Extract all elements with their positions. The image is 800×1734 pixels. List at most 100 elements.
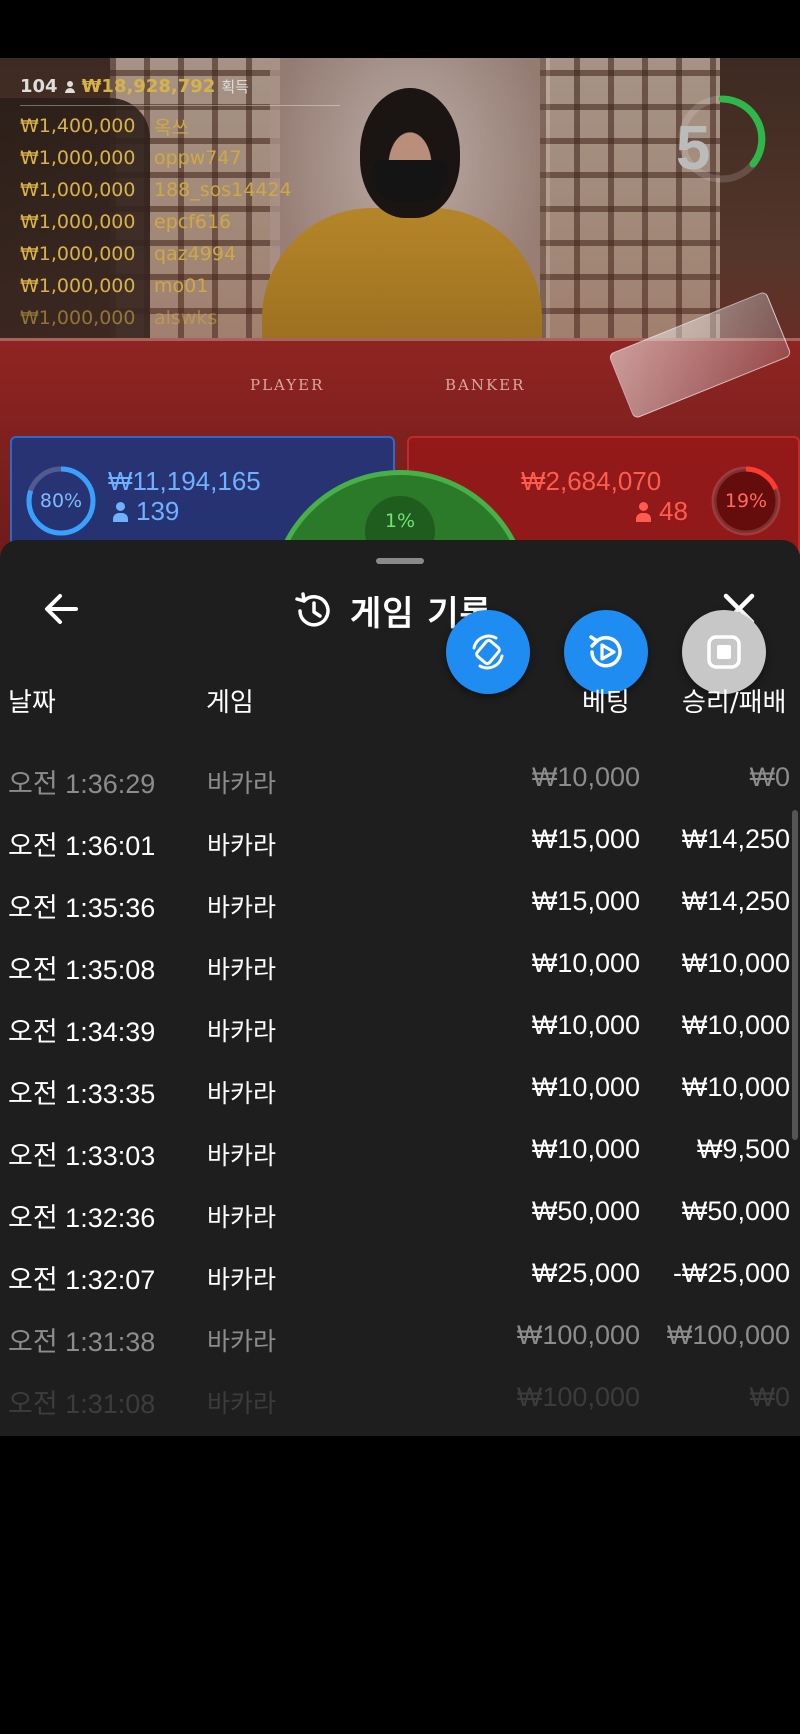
winner-amount: ₩1,400,000 <box>20 115 136 137</box>
history-result: -₩25,000 <box>672 1258 790 1288</box>
winner-row: ₩1,400,000 옥쓰 <box>20 110 340 142</box>
history-bet: ₩15,000 <box>531 886 640 916</box>
banker-bet-amount: ₩2,684,070 <box>521 466 662 496</box>
history-row[interactable]: 오전 1:31:08 바카라 ₩100,000 ₩0 <box>0 1368 800 1430</box>
felt-player-label: PLAYER <box>250 376 325 394</box>
history-row[interactable]: 오전 1:31:38 바카라 ₩100,000 ₩100,000 <box>0 1306 800 1368</box>
replay-icon <box>589 635 622 668</box>
winner-row: ₩1,000,000 alswks <box>20 302 340 334</box>
history-game: 바카라 <box>207 831 277 860</box>
history-result: ₩10,000 <box>681 1072 790 1102</box>
rotate-screen-button[interactable] <box>446 610 530 694</box>
history-bet: ₩100,000 <box>516 1382 640 1412</box>
history-time: 오전 1:32:07 <box>8 1265 156 1295</box>
rotate-screen-icon <box>472 634 504 670</box>
winners-suffix: 획득 <box>221 78 249 96</box>
column-header-result: 승리/패배 <box>682 688 787 718</box>
history-icon <box>295 591 330 627</box>
winner-amount: ₩1,000,000 <box>20 179 136 201</box>
winner-user: mo01 <box>154 275 209 297</box>
winner-amount: ₩1,000,000 <box>20 275 136 297</box>
felt-banker-label: BANKER <box>445 376 526 394</box>
winners-list: 104 ₩18,928,792 획득 ₩1,400,000 옥쓰 ₩1,000,0… <box>20 76 340 334</box>
banker-bettors: 48 <box>635 496 688 527</box>
history-result: ₩14,250 <box>681 824 790 854</box>
winner-amount: ₩1,000,000 <box>20 307 136 329</box>
history-result: ₩9,500 <box>696 1134 790 1164</box>
history-row[interactable]: 오전 1:33:35 바카라 ₩10,000 ₩10,000 <box>0 1058 800 1120</box>
history-time: 오전 1:34:39 <box>8 1017 156 1047</box>
history-bet: ₩10,000 <box>531 1010 640 1040</box>
winner-row: ₩1,000,000 oppw747 <box>20 142 340 174</box>
history-bet: ₩25,000 <box>531 1258 640 1288</box>
history-bet: ₩10,000 <box>531 948 640 978</box>
history-bet: ₩10,000 <box>531 1134 640 1164</box>
winner-user: epcf616 <box>154 211 232 233</box>
history-bet: ₩10,000 <box>531 1072 640 1102</box>
player-bettors: 139 <box>112 496 179 527</box>
countdown-number: 5 <box>676 114 711 183</box>
winner-user: alswks <box>154 307 218 329</box>
winner-user: qaz4994 <box>154 243 237 265</box>
history-row[interactable]: 오전 1:34:39 바카라 ₩10,000 ₩10,000 <box>0 996 800 1058</box>
history-row[interactable]: 오전 1:35:08 바카라 ₩10,000 ₩10,000 <box>0 934 800 996</box>
history-result: ₩14,250 <box>681 886 790 916</box>
history-game: 바카라 <box>207 1389 277 1418</box>
game-history-sheet: 게임 기록 날짜 게임 베팅 승리/패배 오전 1:36:29 바카라 ₩10,00… <box>0 540 800 1436</box>
winner-user: 옥쓰 <box>154 116 189 139</box>
history-game: 바카라 <box>207 1203 277 1232</box>
banker-percent: 19% <box>724 490 768 512</box>
winner-row: ₩1,000,000 mo01 <box>20 270 340 302</box>
winner-amount: ₩1,000,000 <box>20 211 136 233</box>
history-game: 바카라 <box>207 1327 277 1356</box>
history-game: 바카라 <box>207 1265 277 1294</box>
history-result: ₩100,000 <box>666 1320 790 1350</box>
history-row[interactable]: 오전 1:36:29 바카라 ₩10,000 ₩0 <box>0 748 800 810</box>
history-result: ₩0 <box>749 1382 791 1412</box>
winner-amount: ₩1,000,000 <box>20 243 136 265</box>
history-time: 오전 1:35:36 <box>8 893 156 923</box>
history-bet: ₩10,000 <box>531 762 640 792</box>
history-game: 바카라 <box>207 1141 277 1170</box>
column-header-game: 게임 <box>206 688 254 718</box>
scrollbar[interactable] <box>792 810 798 1140</box>
back-arrow-icon[interactable] <box>38 586 84 632</box>
dealer-mask <box>372 160 448 202</box>
winner-row: ₩1,000,000 188_sos14424 <box>20 174 340 206</box>
history-result: ₩0 <box>749 762 791 792</box>
history-game: 바카라 <box>207 893 277 922</box>
column-header-date: 날짜 <box>8 688 56 718</box>
history-time: 오전 1:33:03 <box>8 1141 156 1171</box>
sheet-drag-handle[interactable] <box>376 558 424 564</box>
banker-bettors-count: 48 <box>659 496 688 526</box>
history-row[interactable]: 오전 1:32:07 바카라 ₩25,000 -₩25,000 <box>0 1244 800 1306</box>
winner-user: oppw747 <box>154 147 242 169</box>
history-result: ₩50,000 <box>681 1196 790 1226</box>
history-row[interactable]: 오전 1:36:01 바카라 ₩15,000 ₩14,250 <box>0 810 800 872</box>
history-time: 오전 1:36:01 <box>8 831 156 861</box>
winners-total: ₩18,928,792 <box>81 76 216 97</box>
person-icon <box>635 501 651 522</box>
history-list: 오전 1:36:29 바카라 ₩10,000 ₩0 오전 1:36:01 바카라 ₩15,0… <box>0 748 800 1430</box>
history-game: 바카라 <box>207 1017 277 1046</box>
history-row[interactable]: 오전 1:32:36 바카라 ₩50,000 ₩50,000 <box>0 1182 800 1244</box>
player-bet-amount: ₩11,194,165 <box>108 466 261 496</box>
history-time: 오전 1:31:08 <box>8 1389 156 1419</box>
history-result: ₩10,000 <box>681 1010 790 1040</box>
history-game: 바카라 <box>207 769 277 798</box>
history-row[interactable]: 오전 1:35:36 바카라 ₩15,000 ₩14,250 <box>0 872 800 934</box>
history-bet: ₩15,000 <box>531 824 640 854</box>
player-bettors-count: 139 <box>136 496 180 526</box>
history-bet: ₩100,000 <box>516 1320 640 1350</box>
history-time: 오전 1:32:36 <box>8 1203 156 1233</box>
stop-icon <box>707 635 741 669</box>
history-game: 바카라 <box>207 955 277 984</box>
winners-summary: 104 ₩18,928,792 획득 <box>20 76 340 106</box>
winner-row: ₩1,000,000 qaz4994 <box>20 238 340 270</box>
history-time: 오전 1:31:38 <box>8 1327 156 1357</box>
history-row[interactable]: 오전 1:33:03 바카라 ₩10,000 ₩9,500 <box>0 1120 800 1182</box>
history-time: 오전 1:36:29 <box>8 769 156 799</box>
history-result: ₩10,000 <box>681 948 790 978</box>
history-bet: ₩50,000 <box>531 1196 640 1226</box>
winner-user: 188_sos14424 <box>154 179 292 201</box>
